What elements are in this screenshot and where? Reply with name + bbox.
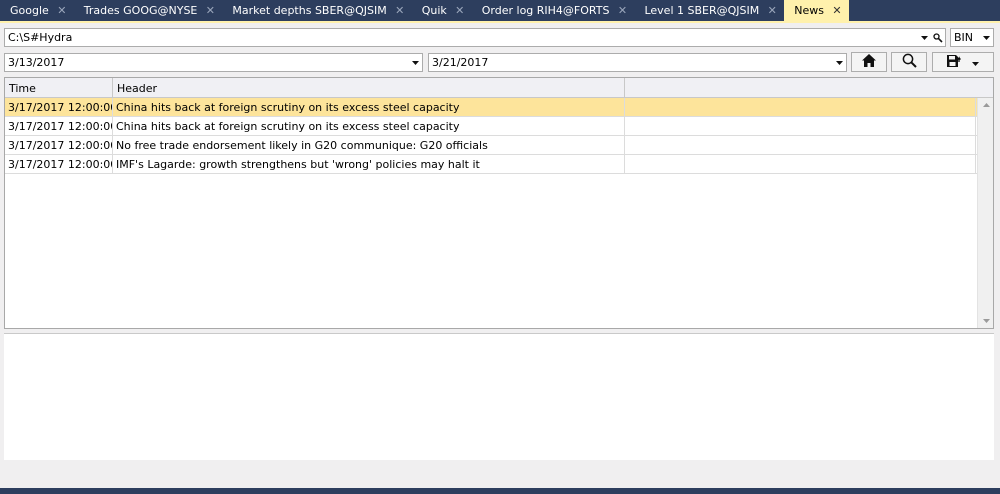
- search-icon[interactable]: [931, 29, 945, 46]
- close-icon[interactable]: ✕: [454, 4, 466, 17]
- column-header-filler: [625, 78, 993, 98]
- tab-level1[interactable]: Level 1 SBER@QJSIM ✕: [634, 0, 784, 21]
- tab-news[interactable]: News ✕: [784, 0, 849, 21]
- chevron-down-icon[interactable]: [979, 29, 993, 46]
- tab-label: News: [794, 4, 824, 17]
- cell-empty: [625, 155, 976, 174]
- close-icon[interactable]: ✕: [616, 4, 628, 17]
- storage-format-value: BIN: [954, 31, 974, 44]
- chevron-down-icon[interactable]: [917, 29, 931, 46]
- from-date-picker[interactable]: 3/13/2017: [4, 53, 423, 72]
- tab-label: Market depths SBER@QJSIM: [232, 4, 387, 17]
- from-date-value: 3/13/2017: [8, 56, 65, 69]
- grid-header: Time Header: [5, 78, 993, 98]
- chevron-down-icon[interactable]: [408, 54, 422, 71]
- to-date-picker[interactable]: 3/21/2017: [428, 53, 847, 72]
- table-row[interactable]: 3/17/2017 12:00:00... IMF's Lagarde: gro…: [5, 155, 977, 174]
- scroll-up-icon[interactable]: [978, 98, 993, 112]
- cell-time: 3/17/2017 12:00:00...: [5, 155, 113, 174]
- storage-format-combo[interactable]: BIN: [950, 28, 994, 47]
- table-row[interactable]: 3/17/2017 12:00:00... No free trade endo…: [5, 136, 977, 155]
- storage-path-value: C:\S#Hydra: [8, 31, 73, 44]
- tab-market-depths[interactable]: Market depths SBER@QJSIM ✕: [222, 0, 411, 21]
- tab-google[interactable]: Google ✕: [0, 0, 74, 21]
- news-detail-area[interactable]: [4, 333, 994, 460]
- tab-order-log[interactable]: Order log RIH4@FORTS ✕: [472, 0, 635, 21]
- tab-label: Quik: [421, 4, 447, 17]
- document-tab-bar: Google ✕ Trades GOOG@NYSE ✕ Market depth…: [0, 0, 1000, 21]
- cell-empty: [625, 136, 976, 155]
- cell-empty: [625, 98, 976, 117]
- home-button[interactable]: [851, 52, 887, 72]
- search-button[interactable]: [891, 52, 927, 72]
- close-icon[interactable]: ✕: [831, 4, 843, 17]
- close-icon[interactable]: ✕: [394, 4, 406, 17]
- tab-trades[interactable]: Trades GOOG@NYSE ✕: [74, 0, 223, 21]
- cell-header: IMF's Lagarde: growth strengthens but 'w…: [113, 155, 625, 174]
- grid-vertical-scrollbar[interactable]: [977, 98, 993, 328]
- search-icon: [902, 53, 917, 71]
- tab-label: Order log RIH4@FORTS: [481, 4, 610, 17]
- cell-header: China hits back at foreign scrutiny on i…: [113, 117, 625, 136]
- chevron-down-icon[interactable]: [972, 56, 979, 69]
- scroll-down-icon[interactable]: [978, 314, 993, 328]
- table-row[interactable]: 3/17/2017 12:00:00... China hits back at…: [5, 117, 977, 136]
- storage-path-combo[interactable]: C:\S#Hydra: [4, 28, 946, 47]
- cell-time: 3/17/2017 12:00:00...: [5, 117, 113, 136]
- news-panel: C:\S#Hydra BIN 3/13/2017 3/21/2017 Time …: [0, 23, 1000, 488]
- window-bottom-border: [0, 488, 1000, 494]
- chevron-down-icon[interactable]: [832, 54, 846, 71]
- grid-rows: 3/17/2017 12:00:00... China hits back at…: [5, 98, 977, 174]
- cell-time: 3/17/2017 12:00:00...: [5, 98, 113, 117]
- tab-label: Trades GOOG@NYSE: [83, 4, 198, 17]
- cell-header: China hits back at foreign scrutiny on i…: [113, 98, 625, 117]
- news-grid: Time Header 3/17/2017 12:00:00... China …: [4, 77, 994, 329]
- save-icon: [947, 54, 962, 71]
- tab-label: Level 1 SBER@QJSIM: [644, 4, 760, 17]
- cell-empty: [625, 117, 976, 136]
- cell-header: No free trade endorsement likely in G20 …: [113, 136, 625, 155]
- column-header-header[interactable]: Header: [113, 78, 625, 98]
- table-row[interactable]: 3/17/2017 12:00:00... China hits back at…: [5, 98, 977, 117]
- tab-label: Google: [10, 4, 49, 17]
- close-icon[interactable]: ✕: [204, 4, 216, 17]
- home-icon: [862, 54, 876, 70]
- column-header-time[interactable]: Time: [5, 78, 113, 98]
- cell-time: 3/17/2017 12:00:00...: [5, 136, 113, 155]
- close-icon[interactable]: ✕: [766, 4, 778, 17]
- to-date-value: 3/21/2017: [432, 56, 489, 69]
- close-icon[interactable]: ✕: [56, 4, 68, 17]
- tab-quik[interactable]: Quik ✕: [412, 0, 472, 21]
- export-button[interactable]: [932, 52, 994, 72]
